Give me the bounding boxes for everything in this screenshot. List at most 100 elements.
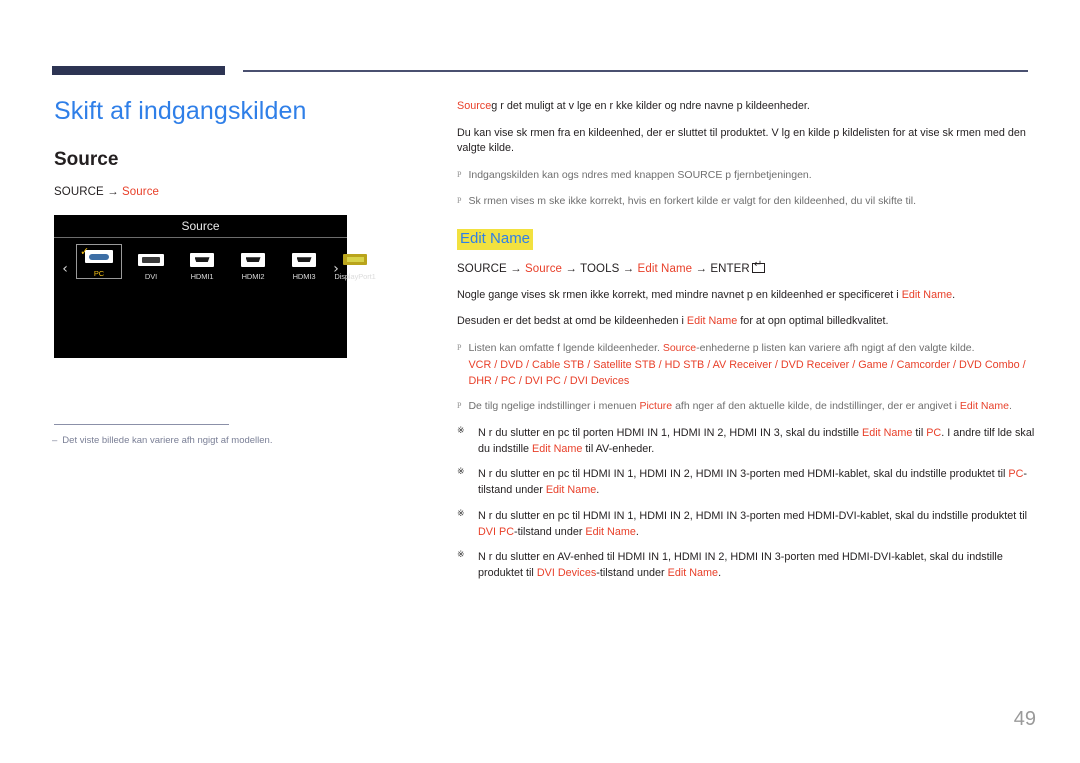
edit-name-paragraph-1: Nogle gange vises sk rmen ikke korrekt, …	[457, 288, 1037, 304]
bullet-4-b: -tilstand under	[596, 567, 668, 580]
edit-name-bullet-1-body: N r du slutter en pc til porten HDMI IN …	[478, 425, 1037, 457]
note-marker-icon: P	[457, 342, 462, 352]
left-column: Skift af indgangskilden Source SOURCE → …	[54, 96, 399, 358]
edit-name-note-2-body: De tilg ngelige indstillinger i menuen P…	[468, 399, 1011, 415]
osd-source-label: PC	[93, 268, 105, 278]
displayport-icon	[343, 250, 367, 270]
enter-key-icon	[751, 260, 765, 273]
header-rule-thick	[52, 66, 225, 75]
edit-name-note-2: P De tilg ngelige indstillinger i menuen…	[457, 399, 1037, 415]
arrow-icon: →	[510, 262, 522, 275]
bullet-marker-icon: ※	[457, 425, 465, 436]
edit-name-note-1-a: Listen kan omfatte f lgende kildeenheder…	[468, 341, 663, 354]
edit-name-heading: Edit Name	[457, 229, 534, 250]
bullet-3-c: -tilstand under	[514, 525, 586, 538]
right-column: Sourceg r det muligt at v lge en r kke k…	[457, 99, 1037, 590]
osd-source-label: HDMI1	[190, 271, 214, 281]
bullet-1-d: til AV-enheder.	[582, 443, 655, 456]
edit-name-note-2-picture: Picture	[639, 400, 673, 413]
header-rule-thin	[243, 70, 1028, 72]
edit-name-path-enter: ENTER	[710, 262, 750, 275]
edit-name-note-2-c: .	[1008, 400, 1012, 413]
edit-name-path-tools: TOOLS	[580, 262, 620, 275]
bullet-2-red1: PC	[1008, 468, 1024, 481]
edit-name-note-1-b: -enhederne p listen kan variere afh ngig…	[696, 341, 975, 354]
hdmi-port-icon	[190, 250, 214, 270]
edit-name-bullet-4: ※ N r du slutter en AV-enhed til HDMI IN…	[457, 549, 1037, 581]
edit-name-bullet-1: ※ N r du slutter en pc til porten HDMI I…	[457, 425, 1037, 457]
osd-source-item-hdmi2[interactable]: HDMI2	[231, 244, 275, 281]
note-marker-icon: P	[457, 401, 462, 411]
bullet-4-red1: DVI Devices	[536, 567, 597, 580]
osd-source-label: HDMI2	[241, 271, 265, 281]
edit-name-p2-term: Edit Name	[686, 315, 738, 328]
hdmi-port-icon	[241, 250, 265, 270]
arrow-icon: →	[107, 185, 119, 198]
edit-name-paragraph-2: Desuden er det bedst at omd be kildeenhe…	[457, 314, 1037, 330]
menu-path-target: Source	[122, 185, 160, 198]
osd-source-list: ✓ PC DVI HDMI1 HDMI2 HDMI3 DisplayPort1	[76, 243, 377, 281]
bullet-2-c: .	[596, 484, 600, 497]
source-osd-panel: Source ‹ › ✓ PC DVI HDMI1 HDMI2 HDMI3 Di…	[54, 214, 376, 358]
intro-paragraph-2: Du kan vise sk rmen fra en kildeenhed, d…	[457, 126, 1026, 155]
edit-name-path-source-menu: Source	[525, 262, 563, 275]
bullet-3-d: .	[635, 525, 639, 538]
edit-name-note-1: P Listen kan omfatte f lgende kildeenhed…	[457, 341, 1037, 389]
footnote-rule	[54, 424, 229, 425]
edit-name-device-list: VCR / DVD / Cable STB / Satellite STB / …	[468, 358, 1026, 387]
edit-name-note-2-a: De tilg ngelige indstillinger i menuen	[468, 400, 640, 413]
osd-source-item-displayport1[interactable]: DisplayPort1	[333, 244, 377, 281]
edit-name-bullet-2: ※ N r du slutter en pc til HDMI IN 1, HD…	[457, 466, 1037, 498]
edit-name-p1-b: .	[952, 288, 956, 301]
bullet-4-red2: Edit Name	[667, 567, 719, 580]
bullet-marker-icon: ※	[457, 508, 465, 519]
intro-note-1: P Indgangskilden kan ogs ndres med knapp…	[457, 168, 1037, 184]
bullet-3-a: N r du slutter en pc til HDMI IN 1, HDMI…	[478, 509, 1028, 522]
dvi-port-icon	[138, 250, 164, 270]
bullet-2-a: N r du slutter en pc til HDMI IN 1, HDMI…	[478, 468, 1009, 481]
osd-prev-arrow-icon[interactable]: ‹	[59, 262, 71, 276]
edit-name-bullet-3: ※ N r du slutter en pc til HDMI IN 1, HD…	[457, 508, 1037, 540]
osd-source-item-hdmi1[interactable]: HDMI1	[180, 244, 224, 281]
bullet-1-red2: PC	[926, 426, 942, 439]
intro-paragraph-1: Sourceg r det muligt at v lge en r kke k…	[457, 99, 1037, 115]
osd-source-item-dvi[interactable]: DVI	[129, 244, 173, 281]
bullet-1-a: N r du slutter en pc til porten HDMI IN …	[478, 426, 863, 439]
edit-name-bullet-4-body: N r du slutter en AV-enhed til HDMI IN 1…	[478, 549, 1037, 581]
intro-paragraph-1-rest: g r det muligt at v lge en r kke kilder …	[491, 100, 810, 112]
bullet-2-red2: Edit Name	[545, 484, 597, 497]
hdmi-port-icon	[292, 250, 316, 270]
osd-title: Source	[181, 218, 220, 233]
edit-name-bullet-3-body: N r du slutter en pc til HDMI IN 1, HDMI…	[478, 508, 1037, 540]
intro-note-2-text: Sk rmen vises m ske ikke korrekt, hvis e…	[468, 194, 917, 207]
edit-name-note-2-b: afh nger af den aktuelle kilde, de indst…	[672, 400, 960, 413]
menu-path-source: SOURCE	[54, 185, 104, 198]
bullet-3-red1: DVI	[478, 525, 496, 538]
intro-note-2: P Sk rmen vises m ske ikke korrekt, hvis…	[457, 194, 1037, 210]
osd-source-label: HDMI3	[292, 271, 316, 281]
osd-source-item-hdmi3[interactable]: HDMI3	[282, 244, 326, 281]
page-title: Skift af indgangskilden	[54, 97, 307, 125]
arrow-icon: →	[695, 262, 708, 275]
bullet-3-red3: Edit Name	[585, 525, 636, 538]
osd-body: ‹ › ✓ PC DVI HDMI1 HDMI2 HDMI3 DisplayPo…	[54, 238, 376, 358]
edit-name-p1-a: Nogle gange vises sk rmen ikke korrekt, …	[457, 288, 902, 301]
edit-name-note-1-term: Source	[662, 341, 697, 354]
osd-source-label: DVI	[144, 271, 158, 281]
osd-source-item-pc[interactable]: ✓ PC	[76, 243, 122, 279]
bullet-marker-icon: ※	[457, 467, 465, 478]
menu-path-breadcrumb: SOURCE → Source	[54, 186, 399, 198]
check-icon: ✓	[80, 244, 90, 258]
note-marker-icon: P	[457, 195, 462, 205]
edit-name-note-2-editname: Edit Name	[959, 400, 1009, 413]
intro-source-term: Source	[457, 100, 492, 112]
arrow-icon: →	[622, 262, 635, 275]
bullet-1-b: til	[912, 426, 927, 439]
edit-name-note-1-body: Listen kan omfatte f lgende kildeenheder…	[468, 341, 1037, 389]
edit-name-path-editname: Edit Name	[637, 262, 693, 275]
note-marker-icon: P	[457, 169, 462, 179]
edit-name-p1-term: Edit Name	[901, 288, 953, 301]
bullet-marker-icon: ※	[457, 549, 465, 560]
header-rule	[52, 66, 1028, 78]
footnote: – Det viste billede kan variere afh ngig…	[52, 434, 392, 448]
